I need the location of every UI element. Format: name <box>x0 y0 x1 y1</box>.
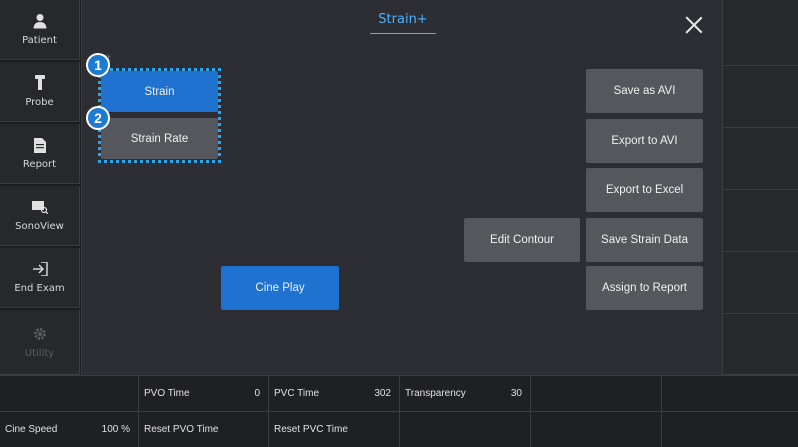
softkey-empty <box>531 411 662 447</box>
gear-icon <box>32 326 48 342</box>
probe-icon <box>32 75 48 91</box>
reset-pvo-time-label: Reset PVO Time <box>144 424 219 435</box>
pvc-time-control[interactable]: PVC Time 302 <box>269 375 400 411</box>
close-icon[interactable] <box>685 16 703 34</box>
page-title: Strain+ <box>378 12 428 27</box>
cine-speed-label: Cine Speed <box>5 424 58 435</box>
strain-button[interactable]: Strain <box>101 71 218 112</box>
cine-play-button[interactable]: Cine Play <box>221 266 339 310</box>
sonoview-icon <box>31 199 48 215</box>
pvc-time-label: PVC Time <box>274 388 320 399</box>
cine-speed-control[interactable]: Cine Speed 100 % <box>0 411 139 447</box>
right-slot <box>722 314 798 375</box>
save-strain-data-button[interactable]: Save Strain Data <box>586 218 703 262</box>
reset-pvo-time-button[interactable]: Reset PVO Time <box>139 411 269 447</box>
report-icon <box>32 137 48 153</box>
softkey-empty <box>662 375 798 411</box>
transparency-label: Transparency <box>405 388 466 399</box>
sidebar-item-label: SonoView <box>15 221 64 232</box>
right-slot <box>722 128 798 190</box>
sidebar-item-label: Patient <box>22 35 57 46</box>
person-icon <box>32 13 48 29</box>
reset-pvc-time-label: Reset PVC Time <box>274 424 348 435</box>
reset-pvc-time-button[interactable]: Reset PVC Time <box>269 411 400 447</box>
softkey-empty <box>531 375 662 411</box>
edit-contour-button[interactable]: Edit Contour <box>464 218 580 262</box>
sidebar-item-end-exam[interactable]: End Exam <box>0 248 80 308</box>
sidebar-item-label: Report <box>22 159 57 170</box>
save-as-avi-button[interactable]: Save as AVI <box>586 69 703 113</box>
sidebar-item-report[interactable]: Report <box>0 124 80 184</box>
cine-speed-value: 100 % <box>101 424 130 435</box>
sidebar-item-label: End Exam <box>14 283 65 294</box>
title-underline <box>370 33 436 34</box>
sidebar: Patient Probe Report SonoView End Exam U… <box>0 0 80 375</box>
app-frame: Patient Probe Report SonoView End Exam U… <box>0 0 798 447</box>
right-slot <box>722 66 798 128</box>
transparency-value: 30 <box>510 388 522 399</box>
right-slot <box>722 252 798 314</box>
right-slot <box>722 190 798 252</box>
assign-to-report-button[interactable]: Assign to Report <box>586 266 703 310</box>
sidebar-item-utility: Utility <box>0 310 80 375</box>
softkey-empty <box>0 375 139 411</box>
transparency-control[interactable]: Transparency 30 <box>400 375 531 411</box>
strain-panel: Strain+ ult Strain Strain Rate 1 2 Cine … <box>81 0 722 375</box>
sidebar-item-probe[interactable]: Probe <box>0 62 80 122</box>
export-to-avi-button[interactable]: Export to AVI <box>586 119 703 163</box>
export-to-excel-button[interactable]: Export to Excel <box>586 168 703 212</box>
right-slot <box>722 0 798 66</box>
pvc-time-value: 302 <box>374 388 391 399</box>
callout-badge-2: 2 <box>86 106 110 130</box>
pvo-time-control[interactable]: PVO Time 0 <box>139 375 269 411</box>
right-panel <box>722 0 798 375</box>
callout-badge-1: 1 <box>86 53 110 77</box>
end-exam-icon <box>32 261 48 277</box>
strain-rate-button[interactable]: Strain Rate <box>101 118 218 159</box>
softkey-empty <box>662 411 798 447</box>
sidebar-item-label: Utility <box>24 347 55 359</box>
sidebar-item-label: Probe <box>25 97 54 108</box>
sidebar-item-sonoview[interactable]: SonoView <box>0 186 80 246</box>
softkey-empty <box>400 411 531 447</box>
sidebar-item-patient[interactable]: Patient <box>0 0 80 60</box>
pvo-time-label: PVO Time <box>144 388 190 399</box>
bottom-softkeys: PVO Time 0 PVC Time 302 Transparency 30 … <box>0 375 798 447</box>
pvo-time-value: 0 <box>254 388 260 399</box>
